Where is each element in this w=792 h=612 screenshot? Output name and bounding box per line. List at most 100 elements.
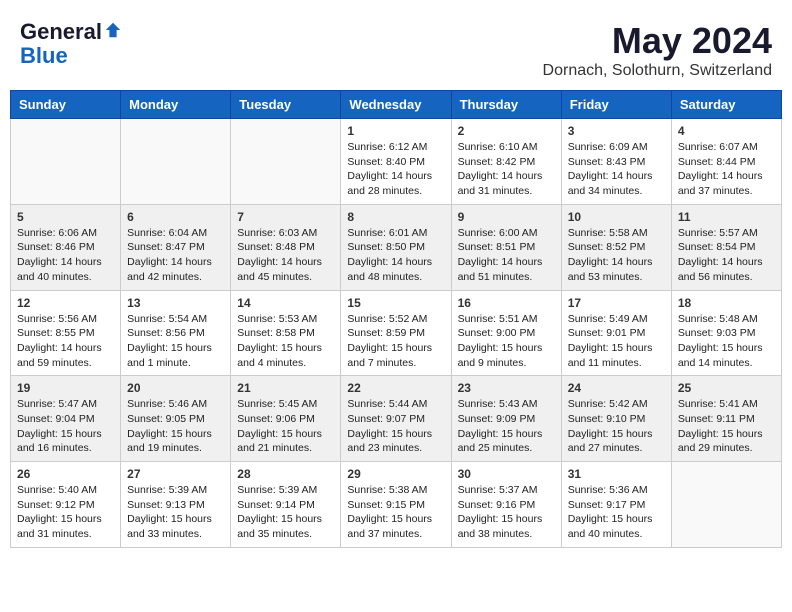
day-number: 14: [237, 296, 334, 310]
day-number: 30: [458, 467, 555, 481]
day-number: 21: [237, 381, 334, 395]
calendar-day-cell: 17 Sunrise: 5:49 AM Sunset: 9:01 PM Dayli…: [561, 290, 671, 376]
day-info: Sunrise: 5:46 AM Sunset: 9:05 PM Dayligh…: [127, 397, 224, 456]
calendar-day-cell: 19 Sunrise: 5:47 AM Sunset: 9:04 PM Dayli…: [11, 376, 121, 462]
day-number: 26: [17, 467, 114, 481]
day-info: Sunrise: 5:37 AM Sunset: 9:16 PM Dayligh…: [458, 483, 555, 542]
calendar-day-cell: 3 Sunrise: 6:09 AM Sunset: 8:43 PM Daylig…: [561, 119, 671, 205]
calendar-day-cell: 8 Sunrise: 6:01 AM Sunset: 8:50 PM Daylig…: [341, 204, 451, 290]
calendar-day-cell: 30 Sunrise: 5:37 AM Sunset: 9:16 PM Dayli…: [451, 462, 561, 548]
calendar-day-cell: 15 Sunrise: 5:52 AM Sunset: 8:59 PM Dayli…: [341, 290, 451, 376]
weekday-header: Friday: [561, 91, 671, 119]
calendar-day-cell: 13Sunrise: 5:54 AM Sunset: 8:56 PM Dayli…: [121, 290, 231, 376]
calendar-day-cell: 16 Sunrise: 5:51 AM Sunset: 9:00 PM Dayli…: [451, 290, 561, 376]
day-info: Sunrise: 5:38 AM Sunset: 9:15 PM Dayligh…: [347, 483, 444, 542]
day-number: 2: [458, 124, 555, 138]
day-info: Sunrise: 5:49 AM Sunset: 9:01 PM Dayligh…: [568, 312, 665, 371]
day-info: Sunrise: 5:43 AM Sunset: 9:09 PM Dayligh…: [458, 397, 555, 456]
calendar-day-cell: 4 Sunrise: 6:07 AM Sunset: 8:44 PM Daylig…: [671, 119, 781, 205]
day-info: Sunrise: 5:45 AM Sunset: 9:06 PM Dayligh…: [237, 397, 334, 456]
day-info: Sunrise: 6:01 AM Sunset: 8:50 PM Dayligh…: [347, 226, 444, 285]
page-header: General Blue May 2024 Dornach, Solothurn…: [10, 10, 782, 85]
calendar-day-cell: 23Sunrise: 5:43 AM Sunset: 9:09 PM Dayli…: [451, 376, 561, 462]
day-number: 4: [678, 124, 775, 138]
day-info: Sunrise: 5:51 AM Sunset: 9:00 PM Dayligh…: [458, 312, 555, 371]
day-info: Sunrise: 5:53 AM Sunset: 8:58 PM Dayligh…: [237, 312, 334, 371]
day-number: 22: [347, 381, 444, 395]
day-number: 19: [17, 381, 114, 395]
calendar-week-row: 12 Sunrise: 5:56 AM Sunset: 8:55 PM Dayli…: [11, 290, 782, 376]
day-number: 5: [17, 210, 114, 224]
day-info: Sunrise: 5:42 AM Sunset: 9:10 PM Dayligh…: [568, 397, 665, 456]
logo-blue: Blue: [20, 43, 68, 68]
weekday-header: Tuesday: [231, 91, 341, 119]
calendar-day-cell: 1 Sunrise: 6:12 AM Sunset: 8:40 PM Daylig…: [341, 119, 451, 205]
day-number: 11: [678, 210, 775, 224]
calendar-week-row: 19 Sunrise: 5:47 AM Sunset: 9:04 PM Dayli…: [11, 376, 782, 462]
day-number: 7: [237, 210, 334, 224]
calendar-day-cell: 10Sunrise: 5:58 AM Sunset: 8:52 PM Dayli…: [561, 204, 671, 290]
calendar-table: SundayMondayTuesdayWednesdayThursdayFrid…: [10, 90, 782, 548]
day-number: 17: [568, 296, 665, 310]
day-info: Sunrise: 5:41 AM Sunset: 9:11 PM Dayligh…: [678, 397, 775, 456]
calendar-day-cell: 25 Sunrise: 5:41 AM Sunset: 9:11 PM Dayli…: [671, 376, 781, 462]
day-info: Sunrise: 6:10 AM Sunset: 8:42 PM Dayligh…: [458, 140, 555, 199]
day-info: Sunrise: 5:57 AM Sunset: 8:54 PM Dayligh…: [678, 226, 775, 285]
title-block: May 2024 Dornach, Solothurn, Switzerland: [543, 20, 772, 80]
day-info: Sunrise: 5:44 AM Sunset: 9:07 PM Dayligh…: [347, 397, 444, 456]
calendar-day-cell: 18Sunrise: 5:48 AM Sunset: 9:03 PM Dayli…: [671, 290, 781, 376]
calendar-day-cell: 29 Sunrise: 5:38 AM Sunset: 9:15 PM Dayli…: [341, 462, 451, 548]
day-info: Sunrise: 5:47 AM Sunset: 9:04 PM Dayligh…: [17, 397, 114, 456]
main-title: May 2024: [543, 20, 772, 62]
day-number: 8: [347, 210, 444, 224]
day-info: Sunrise: 5:36 AM Sunset: 9:17 PM Dayligh…: [568, 483, 665, 542]
calendar-day-cell: 11 Sunrise: 5:57 AM Sunset: 8:54 PM Dayli…: [671, 204, 781, 290]
calendar-day-cell: [231, 119, 341, 205]
logo: General Blue: [20, 20, 122, 68]
day-number: 3: [568, 124, 665, 138]
calendar-day-cell: 21 Sunrise: 5:45 AM Sunset: 9:06 PM Dayli…: [231, 376, 341, 462]
day-number: 24: [568, 381, 665, 395]
day-number: 16: [458, 296, 555, 310]
day-number: 6: [127, 210, 224, 224]
day-info: Sunrise: 6:00 AM Sunset: 8:51 PM Dayligh…: [458, 226, 555, 285]
day-number: 29: [347, 467, 444, 481]
calendar-day-cell: 22 Sunrise: 5:44 AM Sunset: 9:07 PM Dayli…: [341, 376, 451, 462]
calendar-day-cell: 20Sunrise: 5:46 AM Sunset: 9:05 PM Dayli…: [121, 376, 231, 462]
calendar-day-cell: 12 Sunrise: 5:56 AM Sunset: 8:55 PM Dayli…: [11, 290, 121, 376]
day-number: 27: [127, 467, 224, 481]
day-number: 12: [17, 296, 114, 310]
calendar-day-cell: 6Sunrise: 6:04 AM Sunset: 8:47 PM Daylig…: [121, 204, 231, 290]
day-info: Sunrise: 6:09 AM Sunset: 8:43 PM Dayligh…: [568, 140, 665, 199]
weekday-header: Thursday: [451, 91, 561, 119]
calendar-day-cell: 27 Sunrise: 5:39 AM Sunset: 9:13 PM Dayli…: [121, 462, 231, 548]
calendar-day-cell: 5 Sunrise: 6:06 AM Sunset: 8:46 PM Daylig…: [11, 204, 121, 290]
day-info: Sunrise: 6:07 AM Sunset: 8:44 PM Dayligh…: [678, 140, 775, 199]
day-info: Sunrise: 5:39 AM Sunset: 9:13 PM Dayligh…: [127, 483, 224, 542]
weekday-header: Sunday: [11, 91, 121, 119]
day-info: Sunrise: 6:06 AM Sunset: 8:46 PM Dayligh…: [17, 226, 114, 285]
day-info: Sunrise: 6:12 AM Sunset: 8:40 PM Dayligh…: [347, 140, 444, 199]
weekday-header: Monday: [121, 91, 231, 119]
calendar-day-cell: 9Sunrise: 6:00 AM Sunset: 8:51 PM Daylig…: [451, 204, 561, 290]
weekday-header: Wednesday: [341, 91, 451, 119]
calendar-day-cell: [671, 462, 781, 548]
day-number: 1: [347, 124, 444, 138]
day-info: Sunrise: 5:40 AM Sunset: 9:12 PM Dayligh…: [17, 483, 114, 542]
calendar-week-row: 5 Sunrise: 6:06 AM Sunset: 8:46 PM Daylig…: [11, 204, 782, 290]
calendar-day-cell: 26 Sunrise: 5:40 AM Sunset: 9:12 PM Dayli…: [11, 462, 121, 548]
day-number: 13: [127, 296, 224, 310]
day-number: 25: [678, 381, 775, 395]
calendar-day-cell: 28Sunrise: 5:39 AM Sunset: 9:14 PM Dayli…: [231, 462, 341, 548]
day-info: Sunrise: 5:48 AM Sunset: 9:03 PM Dayligh…: [678, 312, 775, 371]
day-number: 15: [347, 296, 444, 310]
day-number: 28: [237, 467, 334, 481]
subtitle: Dornach, Solothurn, Switzerland: [543, 62, 772, 80]
day-number: 31: [568, 467, 665, 481]
calendar-day-cell: 14 Sunrise: 5:53 AM Sunset: 8:58 PM Dayli…: [231, 290, 341, 376]
day-info: Sunrise: 5:56 AM Sunset: 8:55 PM Dayligh…: [17, 312, 114, 371]
day-info: Sunrise: 5:58 AM Sunset: 8:52 PM Dayligh…: [568, 226, 665, 285]
logo-icon: [104, 21, 122, 39]
day-info: Sunrise: 5:52 AM Sunset: 8:59 PM Dayligh…: [347, 312, 444, 371]
calendar-day-cell: 2 Sunrise: 6:10 AM Sunset: 8:42 PM Daylig…: [451, 119, 561, 205]
